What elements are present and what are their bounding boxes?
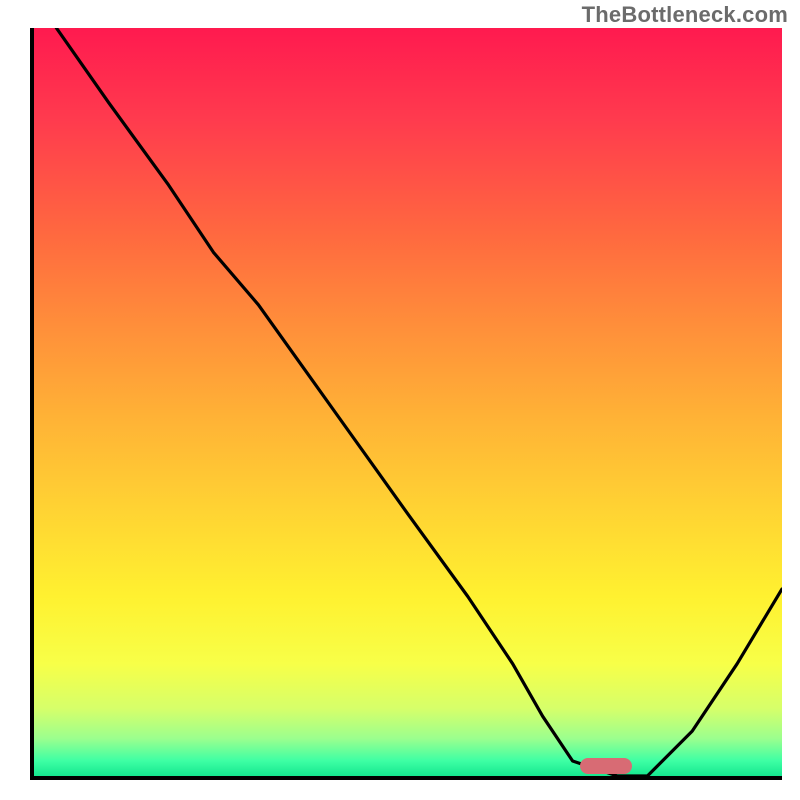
curve-path — [56, 28, 782, 776]
chart-container: TheBottleneck.com — [0, 0, 800, 800]
plot-area — [30, 28, 782, 780]
optimal-range-marker — [580, 758, 632, 774]
bottleneck-curve — [34, 28, 782, 776]
watermark-text: TheBottleneck.com — [582, 2, 788, 28]
